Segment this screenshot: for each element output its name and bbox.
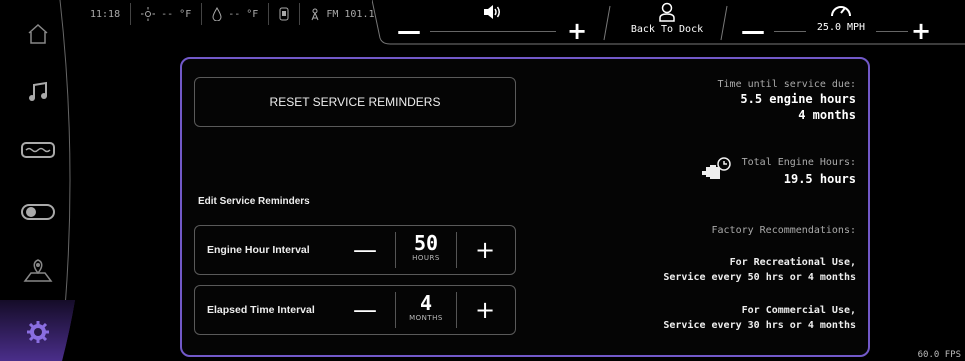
speed-slider-right	[876, 31, 908, 32]
service-due-months: 4 months	[798, 108, 856, 122]
total-engine-hours-label: Total Engine Hours:	[741, 157, 856, 168]
elapsed-time-decrement-button[interactable]: —	[337, 286, 393, 334]
sidebar-item-map[interactable]	[0, 244, 75, 296]
commercial-recommendation: For Commercial Use, Service every 30 hrs…	[663, 305, 856, 331]
speedometer-icon	[831, 6, 851, 17]
radio-antenna-icon	[311, 8, 319, 21]
factory-recommendations-label: Factory Recommendations:	[711, 225, 857, 236]
radio-text: FM 101.1	[326, 8, 375, 20]
phone-icon	[279, 7, 289, 21]
speed-text: 25.0 MPH	[816, 22, 866, 33]
elapsed-time-interval-row: Elapsed Time Interval — 4 MONTHS +	[194, 285, 516, 335]
engine-hour-value: 50	[413, 231, 439, 255]
recreational-title: For Recreational Use,	[729, 257, 856, 268]
volume-icon	[482, 4, 502, 20]
back-to-dock-label: Back To Dock	[630, 24, 704, 35]
service-due-block: Time until service due: 5.5 engine hours…	[718, 79, 856, 122]
boat-icon	[20, 142, 55, 158]
air-temp: -- °F	[131, 3, 203, 25]
home-icon	[28, 23, 47, 44]
engine-hour-increment-button[interactable]: +	[457, 226, 513, 274]
sidebar-item-toggle[interactable]	[0, 186, 75, 238]
speed-slider-left	[774, 31, 806, 32]
elapsed-time-increment-button[interactable]: +	[457, 286, 513, 334]
total-engine-hours-value: 19.5 hours	[783, 172, 856, 186]
volume-down-button[interactable]: —	[396, 17, 422, 45]
water-temp-text: -- °F	[228, 8, 259, 20]
service-panel: RESET SERVICE REMINDERS Edit Service Rem…	[180, 57, 870, 357]
recreational-detail: Service every 50 hrs or 4 months	[663, 272, 856, 283]
sun-icon	[141, 7, 156, 21]
recreational-recommendation: For Recreational Use, Service every 50 h…	[663, 257, 856, 283]
speed-display: 25.0 MPH	[806, 2, 876, 33]
speed-down-button[interactable]: —	[740, 17, 766, 45]
sidebar-item-boat[interactable]	[0, 124, 75, 176]
sidebar	[0, 0, 80, 361]
status-bar: 11:18 -- °F -- °F FM 101.1	[80, 0, 385, 28]
elapsed-time-value-box: 4 MONTHS	[395, 292, 457, 328]
sidebar-item-settings[interactable]	[0, 306, 75, 358]
clock: 11:18	[80, 3, 132, 25]
fps-counter: 60.0 FPS	[917, 350, 961, 360]
map-icon	[23, 259, 52, 282]
toggle-icon	[20, 204, 55, 220]
person-icon	[659, 2, 675, 22]
back-to-dock-button[interactable]: Back To Dock	[622, 2, 712, 35]
elapsed-time-value: 4	[419, 291, 433, 315]
sidebar-item-home[interactable]	[0, 8, 75, 60]
commercial-detail: Service every 30 hrs or 4 months	[663, 320, 856, 331]
water-temp: -- °F	[202, 3, 270, 25]
music-icon	[28, 81, 47, 101]
sidebar-item-music[interactable]	[0, 66, 75, 118]
elapsed-time-unit: MONTHS	[409, 314, 443, 322]
service-due-hours: 5.5 engine hours	[740, 92, 856, 106]
top-control-bar: — + Back To Dock — 25.0 MPH +	[372, 0, 965, 46]
commercial-title: For Commercial Use,	[741, 305, 856, 316]
volume-up-button[interactable]: +	[564, 17, 590, 45]
volume-slider[interactable]	[430, 31, 556, 32]
engine-hour-decrement-button[interactable]: —	[337, 226, 393, 274]
gear-icon	[26, 321, 49, 343]
engine-hour-value-box: 50 HOURS	[395, 232, 457, 268]
phone-status	[269, 3, 301, 25]
elapsed-time-interval-label: Elapsed Time Interval	[207, 304, 315, 316]
speed-up-button[interactable]: +	[908, 17, 934, 45]
service-due-label: Time until service due:	[717, 79, 856, 90]
edit-service-reminders-title: Edit Service Reminders	[198, 196, 310, 207]
engine-hours-block: Total Engine Hours: 19.5 hours	[700, 157, 856, 186]
water-drop-icon	[212, 7, 222, 21]
engine-clock-icon	[701, 157, 731, 179]
engine-hour-unit: HOURS	[412, 254, 440, 262]
engine-hour-interval-row: Engine Hour Interval — 50 HOURS +	[194, 225, 516, 275]
engine-hour-interval-label: Engine Hour Interval	[207, 244, 310, 256]
air-temp-text: -- °F	[161, 8, 192, 20]
time-text: 11:18	[90, 8, 121, 20]
reset-service-reminders-button[interactable]: RESET SERVICE REMINDERS	[194, 77, 516, 127]
